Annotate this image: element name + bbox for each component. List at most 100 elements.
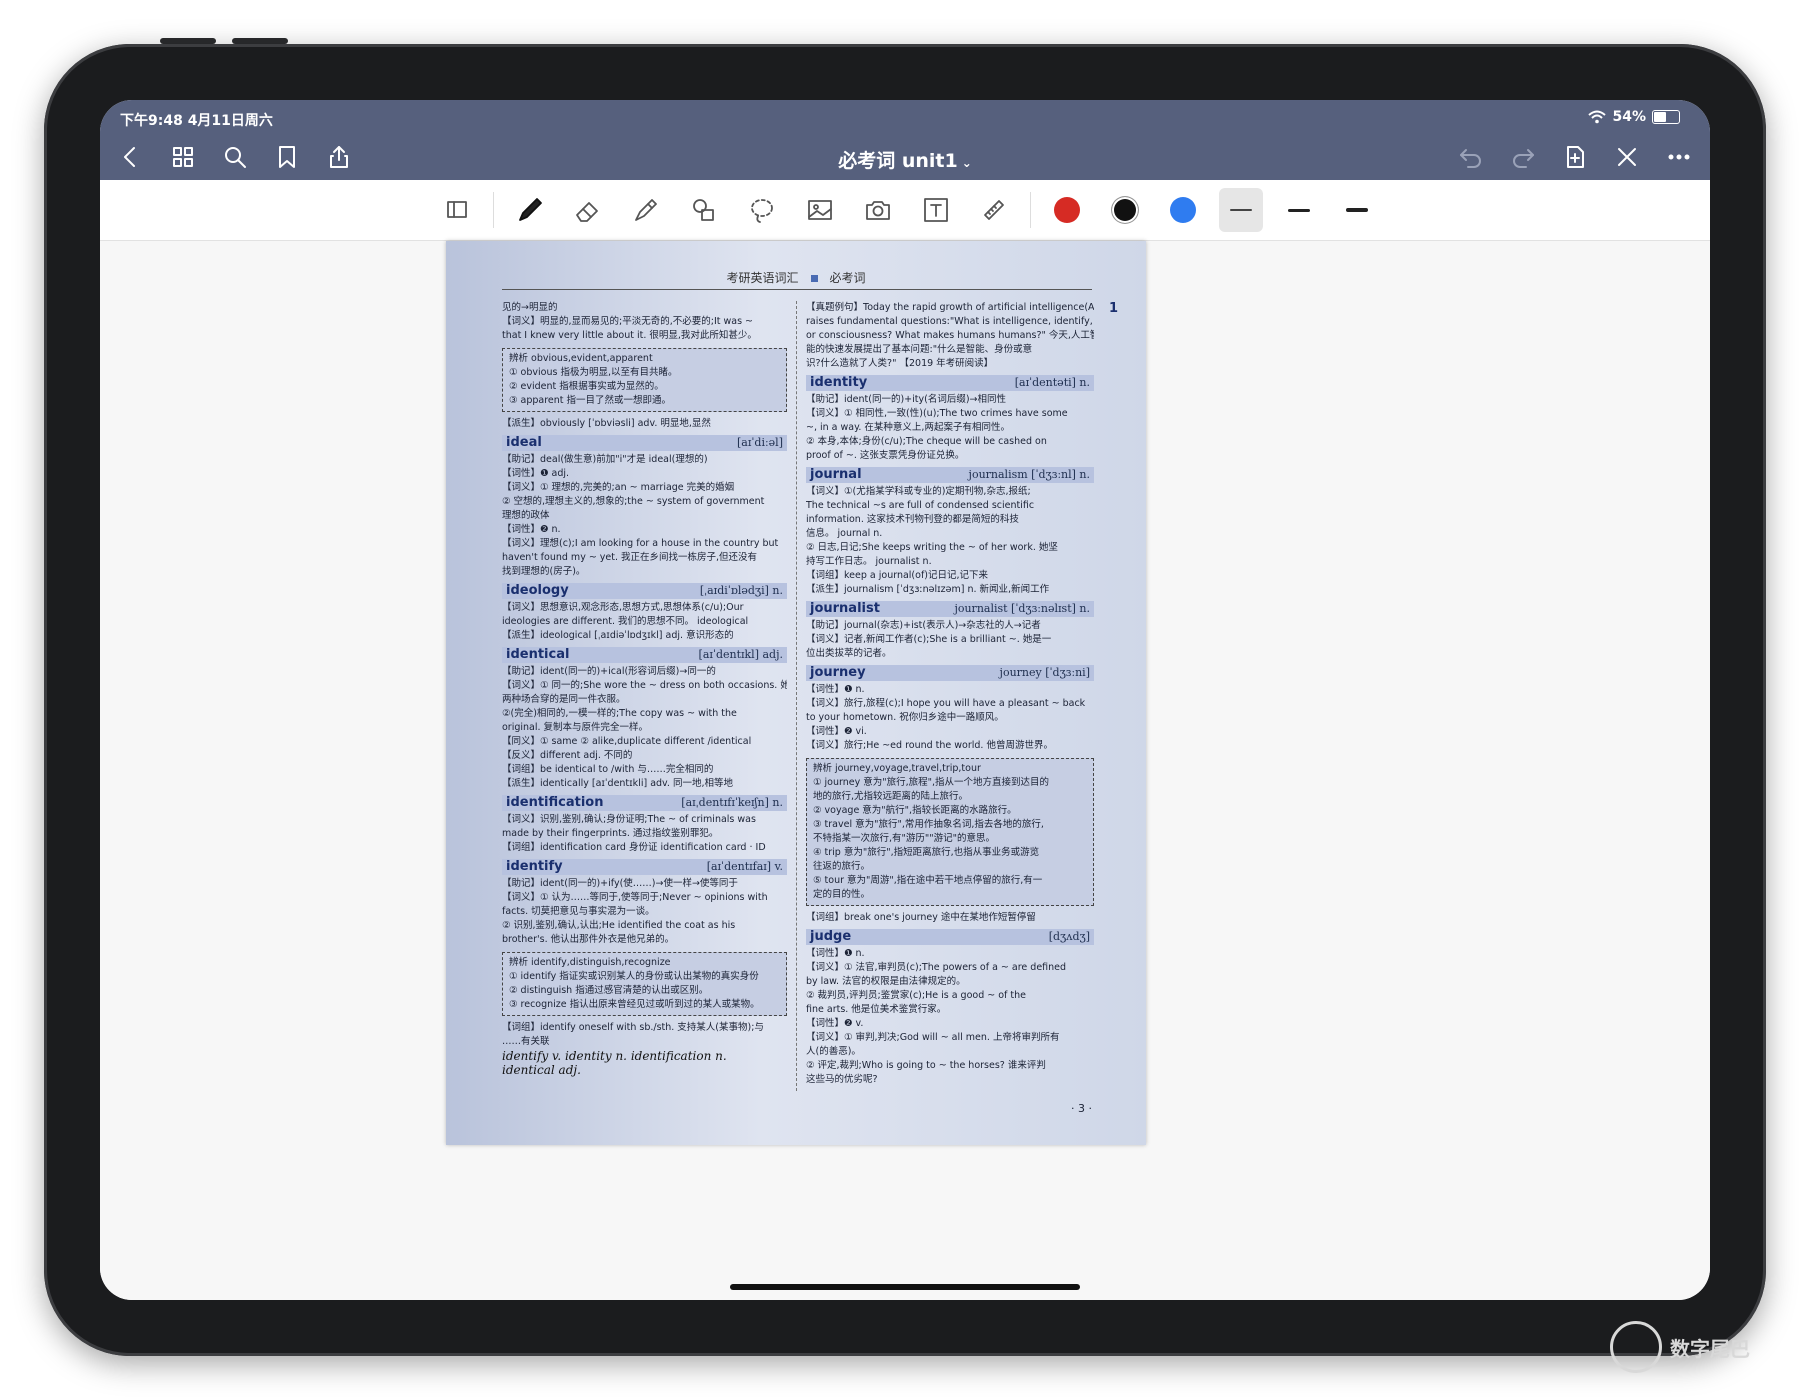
- stroke-medium[interactable]: [1277, 188, 1321, 232]
- text-line: information. 这家技术刊物刊登的都是简短的科技: [806, 514, 1019, 525]
- grid-icon: [173, 147, 193, 167]
- eraser-tool[interactable]: [566, 188, 610, 232]
- text-line: 位出类拔萃的记者。: [806, 648, 892, 659]
- close-pen-button[interactable]: [1610, 140, 1644, 174]
- text-line: 理想的政体: [502, 510, 550, 521]
- search-button[interactable]: [218, 140, 252, 174]
- redo-button[interactable]: [1506, 140, 1540, 174]
- shape-tool[interactable]: [682, 188, 726, 232]
- text-line: 【词义】①(尤指某学科或专业的)定期刊物,杂志,报纸;: [806, 486, 1031, 497]
- note-canvas[interactable]: 考研英语词汇 必考词 1 见的→明显的 【词义】明显的,显而易见的;平淡无奇的,不必…: [100, 241, 1710, 1300]
- add-page-button[interactable]: [1558, 140, 1592, 174]
- text-line: facts. 切莫把意见与事实混为一谈。: [502, 906, 655, 917]
- word-entry: journalist journalist [ˈdʒɜːnəlɪst] n.: [806, 601, 1094, 617]
- entry-word: journey: [810, 665, 866, 680]
- highlighter-tool[interactable]: [624, 188, 668, 232]
- text-line: 【词义】① 法官,审判员(c);The powers of a ~ are de…: [806, 962, 1067, 973]
- highlighter-icon: [635, 199, 657, 221]
- text-line: brother's. 他认出那件外衣是他兄弟的。: [502, 934, 675, 945]
- stroke-thick-line: [1346, 208, 1368, 212]
- text-line: 【词义】① 审判,判决;God will ~ all men. 上帝将审判所有: [806, 1032, 1060, 1043]
- text-line: 【词组】identify oneself with sb./sth. 支持某人(…: [502, 1022, 764, 1033]
- home-indicator[interactable]: [730, 1284, 1080, 1290]
- text-tool[interactable]: [914, 188, 958, 232]
- text-line: 【词义】记者,新闻工作者(c);She is a brilliant ~. 她是…: [806, 634, 1052, 645]
- text-line: 能的快速发展提出了基本问题:"什么是智能、身份或意: [806, 344, 1033, 355]
- text-line: 【助记】ident(同一的)+ity(名词后缀)→相同性: [806, 394, 1006, 405]
- bookmark-button[interactable]: [270, 140, 304, 174]
- share-button[interactable]: [322, 140, 356, 174]
- grid-button[interactable]: [166, 140, 200, 174]
- ruler-tool[interactable]: [972, 188, 1016, 232]
- page-header: 考研英语词汇 必考词: [446, 269, 1146, 286]
- image-tool[interactable]: [798, 188, 842, 232]
- text-line: made by their fingerprints. 通过指纹鉴别罪犯。: [502, 828, 719, 839]
- nav-right-group: [1454, 140, 1696, 174]
- text-line: fine arts. 他是位美术鉴赏行家。: [806, 1004, 947, 1015]
- pen-tool[interactable]: [508, 188, 552, 232]
- text-line: 持写工作日志。 journalist n.: [806, 556, 932, 567]
- color-black[interactable]: [1103, 188, 1147, 232]
- handwritten-note: identical adj.: [502, 1063, 581, 1077]
- entry-word: journal: [810, 467, 862, 482]
- add-page-icon: [1567, 146, 1584, 168]
- text-line: 【派生】obviously [ˈɒbviəsli] adv. 明显地,显然: [502, 418, 711, 429]
- text-line: 【派生】journalism [ˈdʒɜːnəlɪzəm] n. 新闻业,新闻工…: [806, 584, 1050, 595]
- stroke-thin[interactable]: [1219, 188, 1263, 232]
- word-entry: judge [dʒʌdʒ]: [806, 929, 1094, 945]
- text-line: or consciousness? What makes humans huma…: [806, 330, 1094, 341]
- word-entry: identify [aɪˈdentɪfaɪ] v.: [502, 859, 787, 875]
- document-title: 必考词 unit1: [838, 150, 958, 172]
- toolbar-divider: [493, 192, 494, 228]
- undo-icon: [1460, 149, 1481, 168]
- page-footer: · 3 ·: [1071, 1102, 1092, 1115]
- text-line: 【词义】明显的,显而易见的;平淡无奇的,不必要的;It was ~: [502, 316, 754, 327]
- blue-swatch: [1170, 197, 1196, 223]
- more-button[interactable]: [1662, 140, 1696, 174]
- lasso-tool[interactable]: [740, 188, 784, 232]
- document-title-menu[interactable]: 必考词 unit1 ⌄: [838, 146, 972, 173]
- text-line: by law. 法官的权限是由法律规定的。: [806, 976, 966, 987]
- text-line: proof of ~. 这张支票凭身份证兑换。: [806, 450, 965, 461]
- page-view-tool[interactable]: [435, 188, 479, 232]
- watermark-logo: [1610, 1321, 1662, 1373]
- text-line: original. 复制本与原件完全一样。: [502, 722, 649, 733]
- image-icon: [808, 200, 832, 220]
- drawing-toolbar: [100, 180, 1710, 241]
- stroke-thick[interactable]: [1335, 188, 1379, 232]
- word-entry: ideology [ˌaɪdiˈɒlədʒi] n.: [502, 583, 787, 599]
- notebook-page[interactable]: 考研英语词汇 必考词 1 见的→明显的 【词义】明显的,显而易见的;平淡无奇的,不必…: [446, 241, 1146, 1145]
- text-line: 【助记】ident(同一的)+ify(使……)→使一样→使等同于: [502, 878, 738, 889]
- entry-word: judge: [810, 929, 852, 944]
- text-line: 【词义】识别,鉴别,确认;身份证明;The ~ of criminals was: [502, 814, 756, 825]
- text-line: 【词性】❶ adj.: [502, 468, 570, 479]
- back-button[interactable]: [114, 140, 148, 174]
- entry-pronunciation: [aɪˈdentɪfaɪ] v.: [706, 860, 783, 873]
- battery-fill: [1654, 112, 1666, 122]
- analysis-box: 辨析 obvious,evident,apparent ① obvious 指极为…: [502, 348, 787, 412]
- analysis-line: ② distinguish 指通过感官清楚的认出或区别。: [509, 985, 709, 996]
- color-red[interactable]: [1045, 188, 1089, 232]
- text-line: ② 本身,本体;身份(c/u);The cheque will be cashe…: [806, 436, 1047, 447]
- header-right: 必考词: [829, 271, 866, 285]
- text-line: 【助记】ident(同一的)+ical(形容词后缀)→同一的: [502, 666, 716, 677]
- text-line: 【词义】① 同一的;She wore the ~ dress on both o…: [502, 680, 787, 691]
- analysis-line: ① journey 意为"旅行,旅程",指从一个地方直接到达目的: [813, 777, 1050, 788]
- text-line: 【词性】❶ n.: [806, 684, 865, 695]
- right-column: 【真题例句】Today the rapid growth of artifici…: [806, 301, 1094, 1087]
- text-line: 【词性】❶ n.: [806, 948, 865, 959]
- analysis-line: ① obvious 指极为明显,以至有目共睹。: [509, 367, 678, 378]
- camera-icon: [866, 201, 890, 220]
- back-icon: [124, 147, 135, 167]
- status-bar: 下午9:48 4月11日周六 54%: [100, 100, 1710, 134]
- text-icon: [924, 198, 948, 222]
- text-line: ② 日志,日记;She keeps writing the ~ of her w…: [806, 542, 1058, 553]
- color-blue[interactable]: [1161, 188, 1205, 232]
- screen: 下午9:48 4月11日周六 54% 必考词 unit1 ⌄ 考研英语词汇 必考…: [100, 100, 1710, 1300]
- undo-button[interactable]: [1454, 140, 1488, 174]
- text-line: ……有关联: [502, 1036, 550, 1047]
- text-line: 【词组】keep a journal(of)记日记,记下来: [806, 570, 989, 581]
- tool-group: [435, 188, 1379, 232]
- camera-tool[interactable]: [856, 188, 900, 232]
- entry-word: identity: [810, 375, 868, 390]
